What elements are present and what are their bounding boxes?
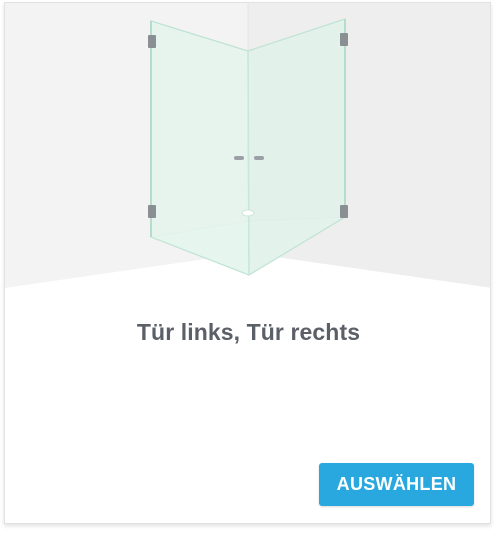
left-glass-panel	[150, 20, 250, 276]
card-title: Tür links, Tür rechts	[136, 319, 361, 345]
corner-shower-enclosure-icon	[5, 3, 490, 303]
select-button[interactable]: AUSWÄHLEN	[319, 463, 474, 506]
hinge-icon	[340, 33, 348, 46]
hinge-icon	[148, 205, 156, 218]
shower-enclosure-illustration	[5, 3, 490, 303]
drain-icon	[241, 209, 255, 217]
door-handle-icon	[254, 156, 264, 160]
hinge-icon	[148, 35, 156, 48]
door-handle-icon	[234, 156, 244, 160]
product-card[interactable]: Tür links, Tür rechts AUSWÄHLEN	[4, 2, 491, 524]
hinge-icon	[340, 205, 348, 218]
